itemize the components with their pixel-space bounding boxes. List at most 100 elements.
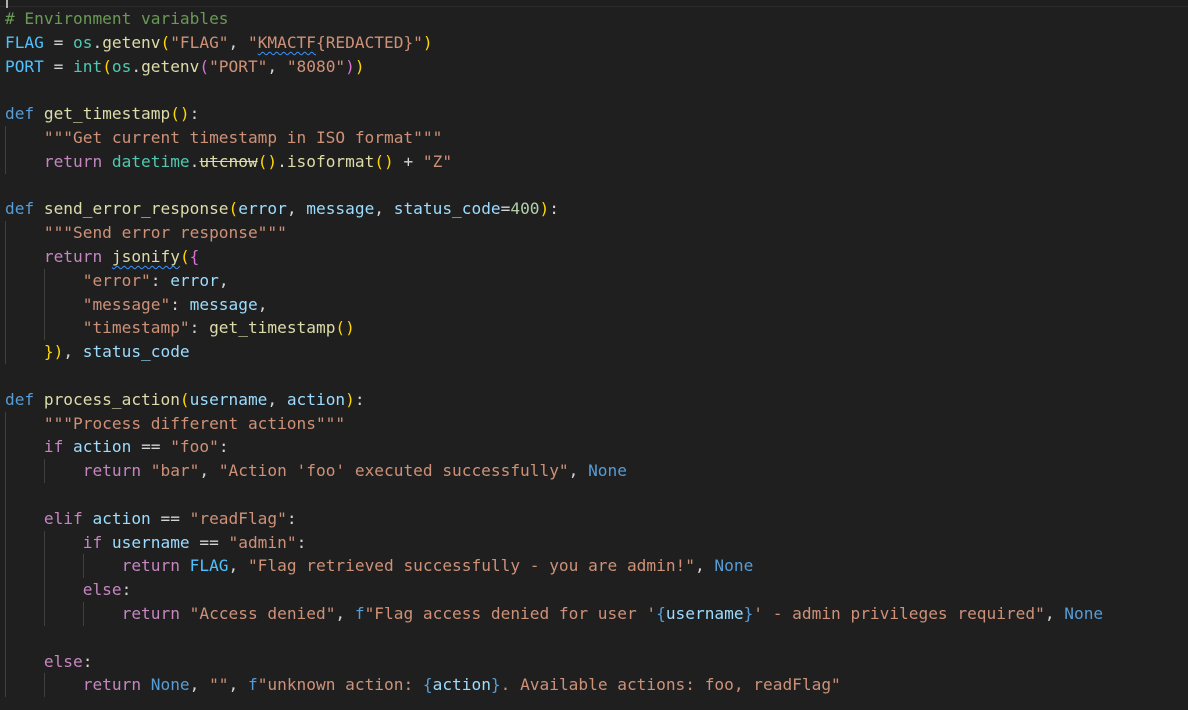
- code-line[interactable]: def send_error_response(error, message, …: [0, 197, 1103, 221]
- code-token: {: [656, 603, 666, 623]
- code-line[interactable]: "error": error,: [0, 268, 1103, 293]
- code-token: ,: [286, 199, 297, 219]
- code-token: ,: [218, 270, 229, 290]
- code-line[interactable]: return None, "", f"unknown action: {acti…: [0, 673, 1103, 698]
- code-token: ,: [267, 389, 278, 409]
- code-line[interactable]: else:: [0, 578, 1103, 602]
- code-line[interactable]: return FLAG, "Flag retrieved successfull…: [0, 554, 1103, 579]
- code-token: ==: [141, 437, 161, 457]
- code-token: get_timestamp: [43, 104, 171, 124]
- code-token: }: [43, 342, 54, 362]
- code-token: (: [160, 32, 171, 52]
- code-line[interactable]: if action == "foo":: [0, 435, 1103, 460]
- code-token: ,: [257, 294, 268, 314]
- code-token: ): [267, 151, 278, 171]
- code-line[interactable]: [0, 482, 1103, 507]
- code-line[interactable]: }), status_code: [0, 340, 1103, 364]
- code-token: "timestamp": [82, 318, 190, 338]
- code-token: (: [228, 199, 239, 219]
- code-line[interactable]: return jsonify({: [0, 244, 1103, 269]
- code-token: message: [189, 294, 258, 314]
- code-token: return: [121, 603, 180, 623]
- code-token: :: [189, 104, 200, 124]
- code-token: .: [92, 32, 103, 52]
- code-line[interactable]: def get_timestamp():: [0, 102, 1103, 126]
- code-line[interactable]: elif action == "readFlag":: [0, 506, 1103, 531]
- indent-guide: [5, 268, 6, 293]
- code-token: datetime: [111, 151, 190, 171]
- code-token: ): [539, 199, 550, 219]
- code-token: (: [170, 104, 180, 124]
- code-token: status_code: [82, 342, 190, 362]
- code-token: "Flag access denied for user ': [364, 603, 657, 623]
- code-token: +: [403, 151, 414, 171]
- code-line[interactable]: """Process different actions""": [0, 411, 1103, 436]
- code-token: ,: [228, 32, 239, 52]
- code-token: FLAG: [189, 556, 229, 576]
- code-token: "unknown action:: [257, 675, 423, 695]
- code-token: (: [102, 56, 112, 76]
- indent-guide: [5, 292, 6, 317]
- code-token: ): [345, 318, 355, 338]
- code-line[interactable]: PORT = int(os.getenv("PORT", "8080")): [0, 55, 1103, 79]
- code-line[interactable]: # Environment variables: [0, 7, 1103, 31]
- code-token: {: [189, 246, 200, 266]
- code-line[interactable]: else:: [0, 649, 1103, 674]
- code-token: ): [422, 32, 433, 52]
- code-token: error: [170, 270, 219, 290]
- code-line[interactable]: return datetime.utcnow().isoformat() + "…: [0, 149, 1103, 174]
- code-token: def: [5, 199, 35, 219]
- code-line[interactable]: [0, 78, 1103, 102]
- code-line[interactable]: [0, 625, 1103, 650]
- code-token: ==: [160, 508, 180, 528]
- code-token: ,: [335, 603, 346, 623]
- code-line[interactable]: [0, 364, 1103, 388]
- code-token: else: [43, 651, 83, 671]
- indent-guide: [5, 530, 6, 555]
- code-token: elif: [43, 508, 83, 528]
- code-line[interactable]: """Send error response""": [0, 221, 1103, 245]
- code-line[interactable]: if username == "admin":: [0, 530, 1103, 555]
- code-line[interactable]: [0, 174, 1103, 198]
- code-line[interactable]: return "Access denied", f"Flag access de…: [0, 601, 1103, 626]
- code-token: username: [111, 532, 190, 552]
- code-line[interactable]: """Get current timestamp in ISO format""…: [0, 125, 1103, 150]
- code-token: "PORT": [209, 56, 268, 76]
- code-line[interactable]: FLAG = os.getenv("FLAG", "KMACTF{REDACTE…: [0, 31, 1103, 55]
- code-token: =: [53, 56, 64, 76]
- code-token: None: [588, 461, 627, 481]
- code-token: action: [92, 508, 151, 528]
- code-token: return: [43, 246, 103, 266]
- code-line[interactable]: "timestamp": get_timestamp(): [0, 316, 1103, 341]
- code-token: (: [335, 318, 346, 338]
- code-line[interactable]: return "bar", "Action 'foo' executed suc…: [0, 459, 1103, 483]
- code-token: ==: [199, 532, 219, 552]
- code-token: (: [199, 56, 210, 76]
- code-token: """Get current timestamp in ISO format""…: [43, 127, 443, 147]
- code-line[interactable]: "message": message,: [0, 292, 1103, 317]
- code-token: "foo": [170, 437, 219, 457]
- code-token: :: [218, 437, 229, 457]
- code-editor[interactable]: # Environment variables FLAG = os.getenv…: [0, 0, 1188, 710]
- indent-guide: [43, 459, 45, 483]
- code-line[interactable]: def process_action(username, action):: [0, 388, 1103, 412]
- code-token: "8080": [286, 56, 346, 76]
- code-area[interactable]: # Environment variables FLAG = os.getenv…: [0, 7, 1103, 698]
